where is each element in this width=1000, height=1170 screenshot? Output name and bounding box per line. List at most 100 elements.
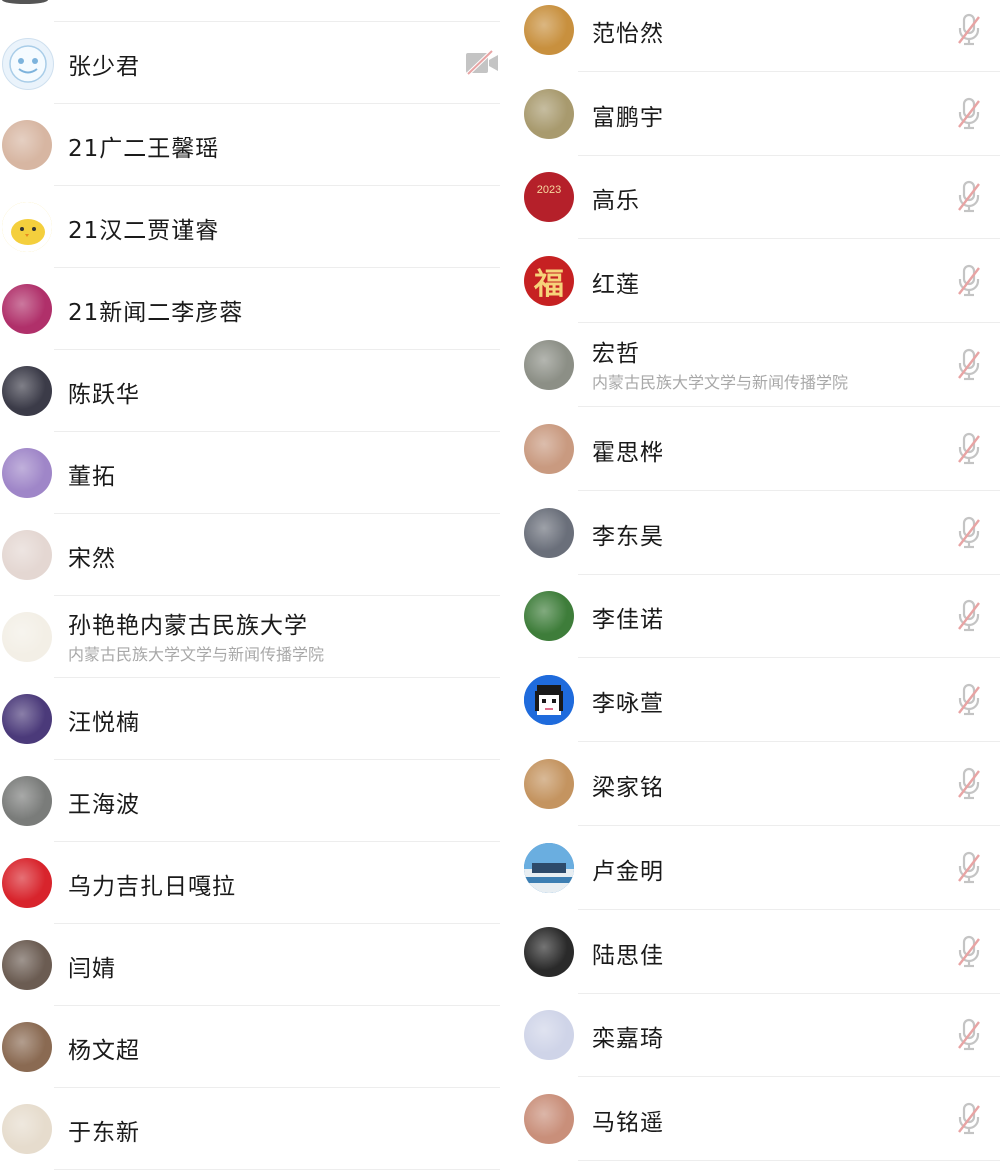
participant-row[interactable]: 董拓 bbox=[0, 432, 500, 514]
avatar bbox=[2, 120, 52, 170]
avatar bbox=[524, 423, 574, 474]
participant-name: 于东新 bbox=[68, 1120, 140, 1146]
avatar bbox=[2, 38, 54, 90]
participant-row[interactable] bbox=[0, 0, 500, 22]
participant-row[interactable]: 于东新 bbox=[0, 1088, 500, 1170]
participant-name: 王海波 bbox=[68, 792, 140, 818]
participant-name: 富鹏宇 bbox=[592, 104, 664, 131]
avatar bbox=[524, 926, 574, 977]
mic-off-icon bbox=[956, 767, 982, 801]
participant-name: 闫婧 bbox=[68, 956, 116, 982]
participant-row[interactable]: 李佳诺 bbox=[508, 575, 1000, 659]
avatar bbox=[524, 4, 574, 55]
avatar bbox=[524, 507, 574, 558]
avatar bbox=[2, 448, 52, 498]
avatar bbox=[2, 530, 52, 580]
avatar bbox=[2, 940, 52, 990]
avatar bbox=[2, 0, 48, 4]
avatar bbox=[2, 284, 52, 334]
participant-name: 21新闻二李彦蓉 bbox=[68, 300, 244, 326]
participant-name: 陈跃华 bbox=[68, 382, 140, 408]
participant-row[interactable]: 21汉二贾谨睿 bbox=[0, 186, 500, 268]
participant-row[interactable]: 宋然 bbox=[0, 514, 500, 596]
participant-name: 卢金明 bbox=[592, 858, 664, 885]
mic-off-icon bbox=[956, 432, 982, 466]
participant-name: 梁家铭 bbox=[592, 775, 664, 802]
participant-name: 栾嘉琦 bbox=[592, 1026, 664, 1053]
camera-off-icon bbox=[464, 49, 500, 76]
avatar bbox=[2, 694, 52, 744]
avatar bbox=[524, 1094, 574, 1145]
mic-off-icon bbox=[956, 97, 982, 131]
participant-list-left: 张少君 21广二王馨瑶 21汉二贾谨睿 21新闻二李彦蓉 陈跃华董拓宋然孙艳艳内蒙古民族… bbox=[0, 0, 500, 1170]
participant-name: 董拓 bbox=[68, 464, 116, 490]
participant-name: 张少君 bbox=[68, 54, 140, 80]
mic-off-icon bbox=[956, 599, 982, 633]
participant-row[interactable]: 宏哲内蒙古民族大学文学与新闻传播学院 bbox=[508, 323, 1000, 407]
avatar bbox=[2, 202, 52, 252]
participant-subtitle: 内蒙古民族大学文学与新闻传播学院 bbox=[592, 373, 849, 393]
participant-list-right: 范怡然富鹏宇 2023 高乐福 红莲宏哲内蒙古民族大学文学与新闻传播学院霍思桦李东昊李… bbox=[508, 0, 1000, 1162]
participant-row[interactable]: 21新闻二李彦蓉 bbox=[0, 268, 500, 350]
mic-off-icon bbox=[956, 683, 982, 717]
participant-name: 陆思佳 bbox=[592, 942, 664, 969]
participant-name: 马铭遥 bbox=[592, 1110, 664, 1137]
participant-name: 宋然 bbox=[68, 546, 116, 572]
avatar-text: 福 bbox=[534, 267, 564, 303]
participant-row[interactable]: 孙艳艳内蒙古民族大学内蒙古民族大学文学与新闻传播学院 bbox=[0, 596, 500, 678]
participant-row[interactable]: 栾嘉琦 bbox=[508, 994, 1000, 1078]
participant-row[interactable]: 富鹏宇 bbox=[508, 72, 1000, 156]
avatar bbox=[524, 675, 574, 726]
row-divider bbox=[578, 1160, 1000, 1162]
mic-off-icon bbox=[956, 13, 982, 47]
avatar bbox=[2, 858, 52, 908]
participant-row[interactable]: 李东昊 bbox=[508, 491, 1000, 575]
column-gap bbox=[500, 0, 508, 1154]
participant-subtitle: 内蒙古民族大学文学与新闻传播学院 bbox=[68, 645, 325, 664]
participant-name: 李佳诺 bbox=[592, 607, 664, 634]
avatar bbox=[524, 340, 574, 391]
participant-row[interactable]: 霍思桦 bbox=[508, 407, 1000, 491]
mic-off-icon bbox=[956, 180, 982, 214]
participant-row[interactable]: 杨文超 bbox=[0, 1006, 500, 1088]
participant-row[interactable]: 闫婧 bbox=[0, 924, 500, 1006]
avatar bbox=[524, 1010, 574, 1061]
avatar bbox=[2, 1104, 52, 1154]
participant-row[interactable]: 乌力吉扎日嘎拉 bbox=[0, 842, 500, 924]
participant-row[interactable]: 梁家铭 bbox=[508, 742, 1000, 826]
avatar bbox=[524, 759, 574, 810]
participant-name: 霍思桦 bbox=[592, 439, 664, 466]
avatar: 福 bbox=[524, 256, 574, 307]
participant-row[interactable]: 2023 高乐 bbox=[508, 156, 1000, 240]
avatar: 2023 bbox=[524, 172, 574, 223]
avatar bbox=[524, 88, 574, 139]
participant-row[interactable]: 卢金明 bbox=[508, 826, 1000, 910]
mic-off-icon bbox=[956, 1018, 982, 1052]
mic-off-icon bbox=[956, 264, 982, 298]
participant-row[interactable]: 马铭遥 bbox=[508, 1077, 1000, 1162]
participant-row[interactable]: 福 红莲 bbox=[508, 239, 1000, 324]
mic-off-icon bbox=[956, 516, 982, 550]
participant-name: 范怡然 bbox=[592, 20, 664, 47]
participant-name: 汪悦楠 bbox=[68, 710, 140, 736]
participant-name: 红莲 bbox=[592, 272, 640, 299]
avatar bbox=[2, 366, 52, 416]
participant-name: 宏哲 bbox=[592, 341, 640, 368]
participant-row[interactable]: 汪悦楠 bbox=[0, 678, 500, 760]
participant-row[interactable]: 王海波 bbox=[0, 760, 500, 842]
participant-row[interactable]: 陆思佳 bbox=[508, 910, 1000, 994]
avatar bbox=[524, 842, 574, 893]
mic-off-icon bbox=[956, 851, 982, 885]
participant-row[interactable]: 范怡然 bbox=[508, 0, 1000, 72]
participant-row[interactable]: 陈跃华 bbox=[0, 350, 500, 432]
participant-row[interactable]: 张少君 bbox=[0, 22, 500, 104]
participant-row[interactable]: 李咏萱 bbox=[508, 658, 1000, 743]
participant-name: 孙艳艳内蒙古民族大学 bbox=[68, 613, 308, 639]
mic-off-icon bbox=[956, 935, 982, 969]
participant-name: 21汉二贾谨睿 bbox=[68, 218, 220, 244]
mic-off-icon bbox=[956, 1102, 982, 1136]
participant-row[interactable]: 21广二王馨瑶 bbox=[0, 104, 500, 186]
participant-name: 21广二王馨瑶 bbox=[68, 136, 220, 162]
participant-name: 高乐 bbox=[592, 188, 640, 215]
avatar bbox=[2, 612, 52, 662]
